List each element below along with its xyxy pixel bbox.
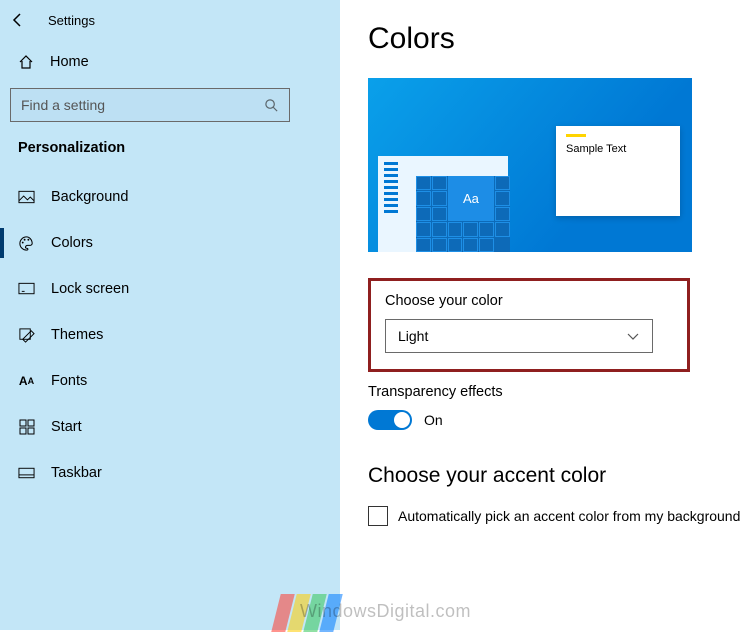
- preview-card-accent: [566, 134, 586, 137]
- sidebar-item-label: Fonts: [51, 373, 87, 389]
- accent-heading: Choose your accent color: [368, 464, 750, 488]
- chevron-down-icon: [626, 329, 640, 343]
- sidebar-item-themes[interactable]: Themes: [0, 312, 340, 358]
- palette-icon: [18, 235, 35, 252]
- search-icon: [264, 98, 279, 113]
- accent-auto-checkbox[interactable]: [368, 506, 388, 526]
- themes-icon: [18, 327, 35, 344]
- sidebar-item-background[interactable]: Background: [0, 174, 340, 220]
- sidebar: Settings Home Personalization Background…: [0, 0, 340, 630]
- transparency-toggle[interactable]: [368, 410, 412, 430]
- lockscreen-icon: [18, 281, 35, 298]
- sidebar-item-start[interactable]: Start: [0, 404, 340, 450]
- fonts-icon: AA: [18, 373, 35, 390]
- main-content: Colors Aa Sample Text Choose your color …: [340, 0, 750, 630]
- home-icon: [18, 54, 34, 70]
- colors-preview: Aa Sample Text: [368, 78, 692, 252]
- sidebar-home-label: Home: [50, 54, 89, 70]
- preview-card-text: Sample Text: [566, 143, 626, 155]
- accent-auto-row: Automatically pick an accent color from …: [368, 506, 750, 526]
- preview-card: Sample Text: [556, 126, 680, 216]
- start-icon: [18, 419, 35, 436]
- sidebar-item-label: Lock screen: [51, 281, 129, 297]
- back-icon[interactable]: [10, 12, 26, 28]
- sidebar-item-label: Background: [51, 189, 128, 205]
- app-title: Settings: [48, 13, 95, 28]
- sidebar-home[interactable]: Home: [0, 40, 340, 84]
- preview-panel: Aa: [378, 156, 508, 252]
- transparency-row: On: [368, 410, 750, 430]
- taskbar-icon: [18, 465, 35, 482]
- sidebar-item-colors[interactable]: Colors: [0, 220, 340, 266]
- accent-auto-label: Automatically pick an accent color from …: [398, 508, 740, 524]
- sidebar-item-label: Start: [51, 419, 82, 435]
- transparency-state: On: [424, 412, 443, 428]
- preview-tiles: Aa: [416, 176, 510, 252]
- choose-color-dropdown[interactable]: Light: [385, 319, 653, 353]
- sidebar-item-fonts[interactable]: AA Fonts: [0, 358, 340, 404]
- sidebar-item-label: Colors: [51, 235, 93, 251]
- choose-color-label: Choose your color: [385, 293, 673, 309]
- titlebar: Settings: [0, 0, 340, 40]
- preview-tile-label: Aa: [448, 176, 495, 221]
- sidebar-nav: Background Colors Lock screen Themes AA …: [0, 174, 340, 496]
- sidebar-category: Personalization: [0, 122, 340, 164]
- transparency-label: Transparency effects: [368, 384, 750, 400]
- search-container: [10, 88, 330, 122]
- choose-color-highlight: Choose your color Light: [368, 278, 690, 372]
- search-input[interactable]: [21, 97, 251, 113]
- sidebar-item-taskbar[interactable]: Taskbar: [0, 450, 340, 496]
- page-title: Colors: [368, 22, 750, 56]
- choose-color-value: Light: [398, 328, 428, 344]
- search-input-wrap[interactable]: [10, 88, 290, 122]
- sidebar-item-lock-screen[interactable]: Lock screen: [0, 266, 340, 312]
- sidebar-item-label: Themes: [51, 327, 103, 343]
- picture-icon: [18, 189, 35, 206]
- sidebar-item-label: Taskbar: [51, 465, 102, 481]
